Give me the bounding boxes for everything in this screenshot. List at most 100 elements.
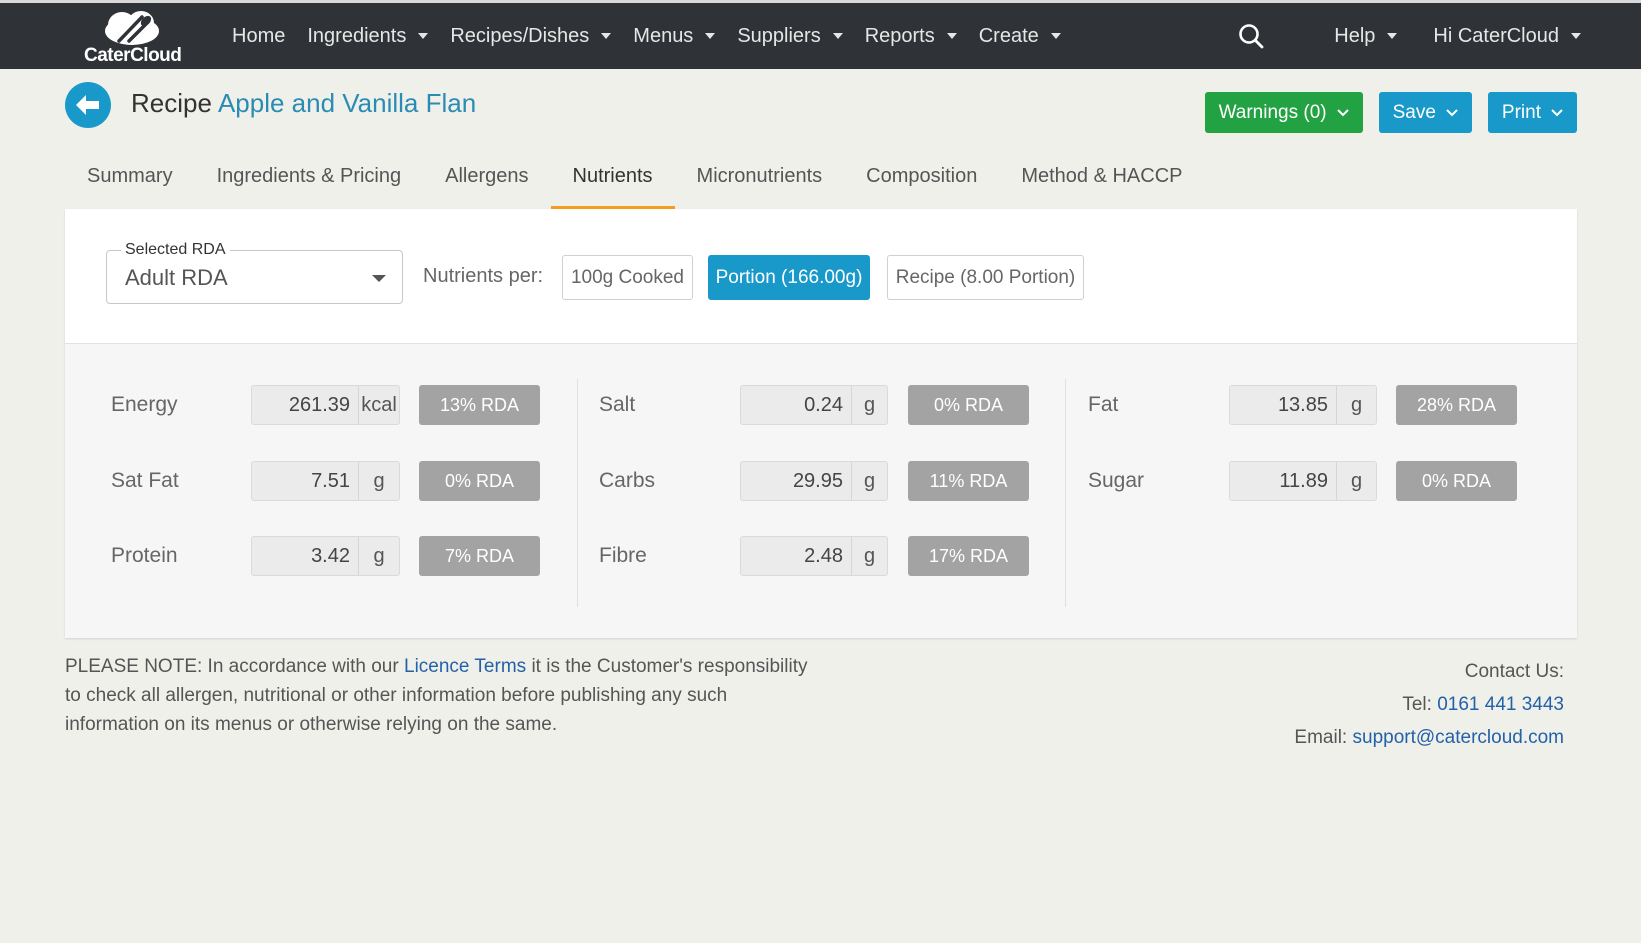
value-number: 2.48 bbox=[804, 545, 843, 567]
rda-badge-energy: 13% RDA bbox=[419, 385, 540, 425]
nav-recipes-label: Recipes/Dishes bbox=[450, 24, 590, 47]
nav-home[interactable]: Home bbox=[232, 25, 285, 48]
rda-badge-fat: 28% RDA bbox=[1396, 385, 1517, 425]
value-number: 29.95 bbox=[792, 470, 843, 492]
caret-down-icon bbox=[832, 33, 843, 39]
contact-email: Email: support@catercloud.com bbox=[1294, 721, 1564, 754]
nutrient-value-fibre: 2.48 g bbox=[740, 536, 888, 576]
nav-reports-label: Reports bbox=[864, 24, 935, 47]
recipe-name: Apple and Vanilla Flan bbox=[217, 88, 477, 118]
cutlery-cloud-logo-icon bbox=[105, 11, 159, 45]
warnings-button[interactable]: Warnings (0) bbox=[1204, 92, 1363, 133]
email-label: Email: bbox=[1294, 727, 1348, 748]
nav-home-label: Home bbox=[232, 24, 286, 47]
column-divider bbox=[1065, 379, 1066, 607]
per-portion-button[interactable]: Portion (166.00g) bbox=[708, 255, 870, 300]
email-link[interactable]: support@catercloud.com bbox=[1353, 727, 1565, 748]
value-number: 0.24 bbox=[804, 394, 843, 416]
contact-info: Contact Us: Tel: 0161 441 3443 Email: su… bbox=[1294, 655, 1564, 754]
rda-select[interactable]: Selected RDA Adult RDA bbox=[106, 241, 403, 304]
caret-down-icon bbox=[705, 33, 716, 39]
print-label: Print bbox=[1501, 101, 1541, 123]
nav-menus[interactable]: Menus bbox=[633, 24, 716, 48]
search-icon[interactable] bbox=[1238, 23, 1264, 49]
caret-down-icon bbox=[1387, 33, 1398, 39]
contact-tel: Tel: 0161 441 3443 bbox=[1294, 688, 1564, 721]
caret-down-icon bbox=[418, 33, 429, 39]
nav-ingredients-label: Ingredients bbox=[307, 24, 407, 47]
rda-select-value: Adult RDA bbox=[125, 265, 228, 290]
tel-link[interactable]: 0161 441 3443 bbox=[1437, 694, 1564, 715]
column-divider bbox=[577, 379, 578, 607]
nav-help[interactable]: Help bbox=[1334, 25, 1398, 48]
nutrient-value-protein: 3.42 g bbox=[251, 536, 400, 576]
rda-badge-salt: 0% RDA bbox=[908, 385, 1029, 425]
save-label: Save bbox=[1392, 101, 1436, 123]
tab-nutrients[interactable]: Nutrients bbox=[550, 155, 675, 210]
rda-select-label: Selected RDA bbox=[121, 241, 230, 259]
page-title-prefix: Recipe bbox=[131, 88, 212, 118]
nutrient-label-sat-fat: Sat Fat bbox=[111, 469, 179, 492]
tab-method-haccp[interactable]: Method & HACCP bbox=[999, 155, 1204, 210]
nutrient-label-energy: Energy bbox=[111, 393, 178, 416]
nav-ingredients[interactable]: Ingredients bbox=[307, 24, 429, 48]
nav-right: Help Hi CaterCloud bbox=[1238, 3, 1581, 69]
caret-down-icon bbox=[946, 33, 957, 39]
save-button[interactable]: Save bbox=[1378, 92, 1472, 133]
value-number: 7.51 bbox=[311, 470, 350, 492]
note-text-start: PLEASE NOTE: In accordance with our bbox=[65, 656, 399, 677]
value-number: 3.42 bbox=[311, 545, 350, 567]
warnings-label: Warnings (0) bbox=[1218, 101, 1327, 123]
nutrient-value-carbs: 29.95 g bbox=[740, 461, 888, 501]
caret-down-icon bbox=[601, 33, 612, 39]
per-recipe-button[interactable]: Recipe (8.00 Portion) bbox=[887, 255, 1084, 300]
page-title: Recipe Apple and Vanilla Flan bbox=[131, 88, 476, 119]
nutrient-label-salt: Salt bbox=[599, 393, 636, 416]
licence-note: PLEASE NOTE: In accordance with our Lice… bbox=[65, 652, 825, 739]
back-button[interactable] bbox=[65, 82, 111, 128]
licence-terms-link[interactable]: Licence Terms bbox=[404, 656, 526, 677]
nutrient-label-protein: Protein bbox=[111, 544, 178, 567]
tel-label: Tel: bbox=[1402, 694, 1432, 715]
value-unit: g bbox=[358, 537, 399, 575]
tab-allergens[interactable]: Allergens bbox=[423, 155, 550, 210]
top-navbar: CaterCloud Home Ingredients Recipes/Dish… bbox=[0, 0, 1641, 69]
rda-badge-carbs: 11% RDA bbox=[908, 461, 1029, 501]
tab-summary[interactable]: Summary bbox=[65, 155, 195, 210]
nav-menus-label: Menus bbox=[633, 24, 694, 47]
nav-suppliers-label: Suppliers bbox=[737, 24, 821, 47]
chevron-down-icon bbox=[1551, 108, 1563, 116]
per-100g-button[interactable]: 100g Cooked bbox=[562, 255, 693, 300]
nav-user-label: Hi CaterCloud bbox=[1433, 24, 1559, 47]
logo-text: CaterCloud bbox=[84, 45, 182, 66]
nav-suppliers[interactable]: Suppliers bbox=[737, 24, 843, 48]
nav-user-menu[interactable]: Hi CaterCloud bbox=[1433, 25, 1581, 48]
main-nav: Home Ingredients Recipes/Dishes Menus Su… bbox=[232, 3, 1083, 69]
value-number: 261.39 bbox=[288, 394, 350, 416]
rda-badge-fibre: 17% RDA bbox=[908, 536, 1029, 576]
nav-create-label: Create bbox=[978, 24, 1039, 47]
tab-micronutrients[interactable]: Micronutrients bbox=[675, 155, 845, 210]
nutrient-value-salt: 0.24 g bbox=[740, 385, 888, 425]
tab-ingredients-pricing[interactable]: Ingredients & Pricing bbox=[195, 155, 424, 210]
tab-composition[interactable]: Composition bbox=[844, 155, 999, 210]
value-unit: g bbox=[851, 386, 887, 424]
value-unit: g bbox=[358, 462, 399, 500]
contact-title: Contact Us: bbox=[1464, 661, 1564, 682]
recipe-tabs: Summary Ingredients & Pricing Allergens … bbox=[65, 155, 1205, 210]
nutrient-label-fibre: Fibre bbox=[599, 544, 647, 567]
logo[interactable]: CaterCloud bbox=[84, 11, 182, 67]
value-unit: g bbox=[1336, 386, 1376, 424]
chevron-down-icon bbox=[1336, 108, 1349, 116]
print-button[interactable]: Print bbox=[1487, 92, 1577, 133]
header-actions: Warnings (0) Save Print bbox=[1189, 92, 1577, 133]
nav-recipes[interactable]: Recipes/Dishes bbox=[450, 24, 612, 48]
caret-down-icon bbox=[1050, 33, 1061, 39]
rda-badge-sat-fat: 0% RDA bbox=[419, 461, 540, 501]
caret-down-icon bbox=[372, 275, 386, 282]
nav-create[interactable]: Create bbox=[979, 25, 1061, 48]
nav-reports[interactable]: Reports bbox=[865, 25, 957, 48]
nutrient-label-fat: Fat bbox=[1088, 393, 1119, 416]
nutrients-panel: Selected RDA Adult RDA Nutrients per: 10… bbox=[65, 209, 1577, 638]
rda-badge-sugar: 0% RDA bbox=[1396, 461, 1517, 501]
